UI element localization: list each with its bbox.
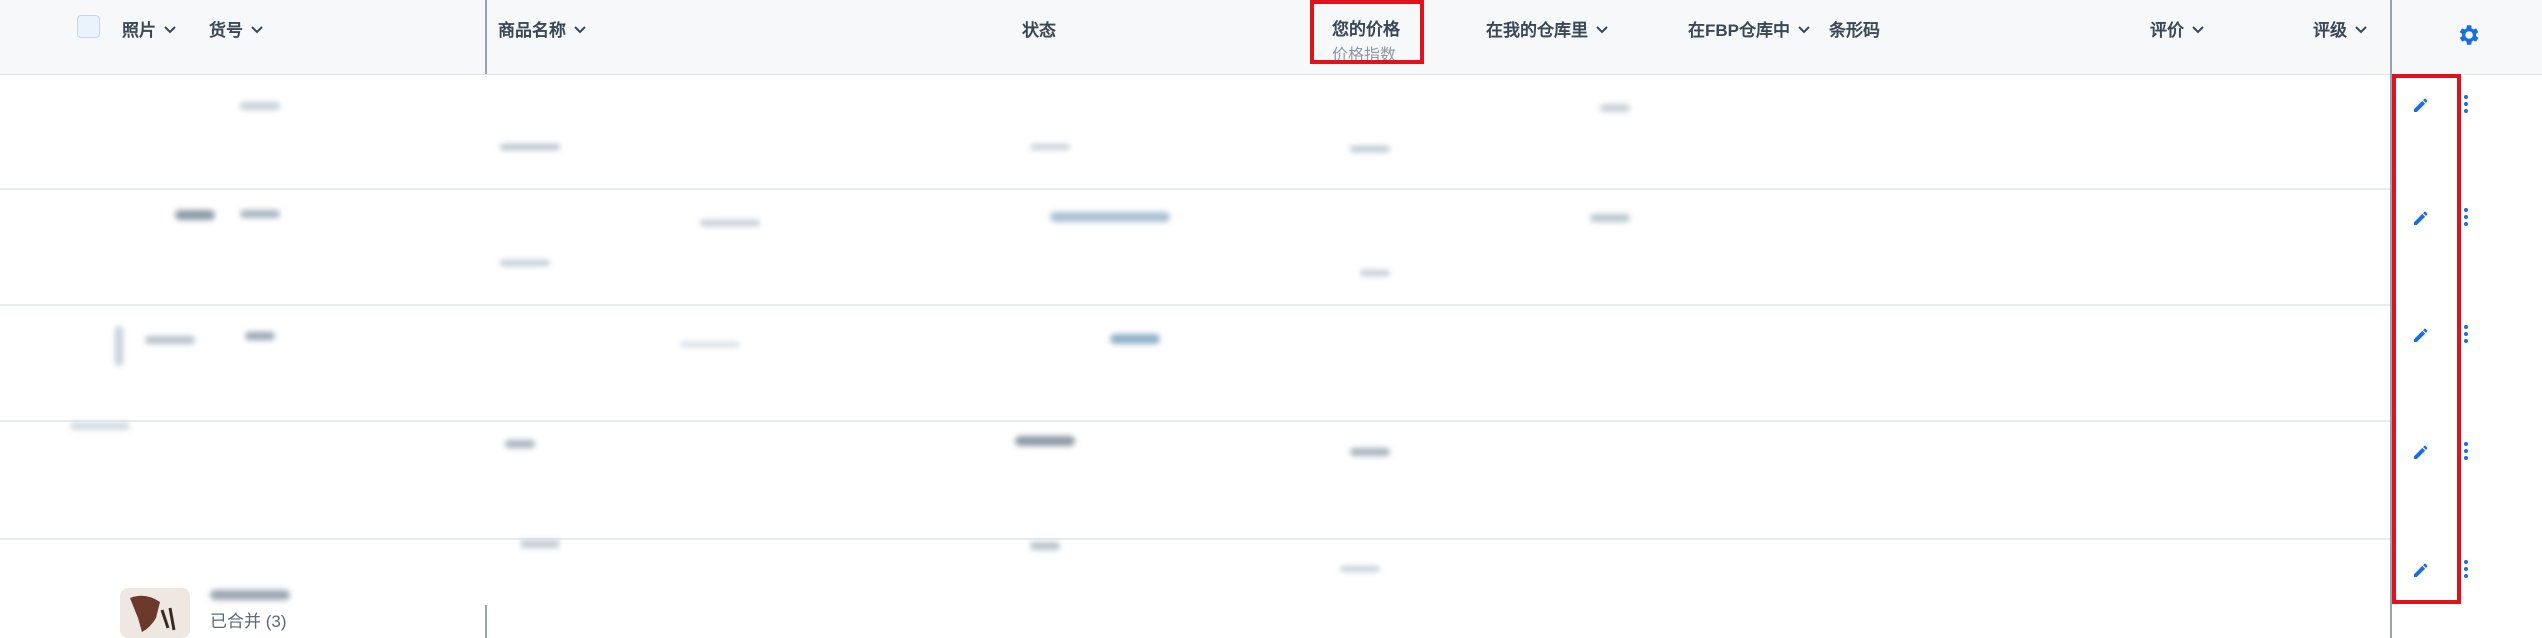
column-product-name-label: 商品名称 — [498, 21, 566, 40]
gear-icon[interactable] — [2455, 22, 2481, 48]
column-in-fbp-warehouse-label: 在FBP仓库中 — [1688, 21, 1790, 40]
column-barcode: 条形码 — [1829, 16, 1880, 41]
chevron-down-icon — [572, 21, 588, 37]
column-barcode-label: 条形码 — [1829, 21, 1880, 40]
column-sku-label: 货号 — [209, 21, 243, 40]
column-grade[interactable]: 评级 — [2313, 16, 2369, 41]
column-sku[interactable]: 货号 — [209, 16, 265, 41]
vertical-dots-icon[interactable] — [2460, 92, 2472, 116]
column-in-my-warehouse[interactable]: 在我的仓库里 — [1486, 16, 1610, 41]
column-divider — [485, 0, 487, 74]
chevron-down-icon — [2353, 21, 2369, 37]
column-status-label: 状态 — [1022, 21, 1056, 40]
chevron-down-icon — [1594, 21, 1610, 37]
select-all-checkbox[interactable] — [77, 15, 100, 38]
chevron-down-icon — [162, 21, 178, 37]
table-row[interactable] — [0, 74, 2390, 188]
merged-label: 已合并 (3) — [210, 612, 287, 631]
chevron-down-icon — [1796, 21, 1812, 37]
column-product-name[interactable]: 商品名称 — [498, 16, 588, 41]
vertical-dots-icon[interactable] — [2460, 557, 2472, 581]
product-thumbnail[interactable] — [120, 588, 190, 638]
table-header: 照片 货号 商品名称 状态 您的价格 价格指数 在我的仓库里 在FBP仓库中 条… — [0, 0, 2542, 75]
table-row[interactable] — [0, 306, 2390, 420]
vertical-dots-icon[interactable] — [2460, 205, 2472, 229]
highlight-box-price — [1310, 0, 1424, 64]
table-row[interactable] — [0, 422, 2390, 538]
table-row[interactable] — [0, 540, 2390, 600]
chevron-down-icon — [249, 21, 265, 37]
column-grade-label: 评级 — [2313, 21, 2347, 40]
column-in-fbp-warehouse[interactable]: 在FBP仓库中 — [1688, 16, 1812, 41]
column-in-my-warehouse-label: 在我的仓库里 — [1486, 21, 1588, 40]
column-photo[interactable]: 照片 — [122, 16, 178, 41]
column-rating[interactable]: 评价 — [2150, 16, 2206, 41]
column-photo-label: 照片 — [122, 21, 156, 40]
table-row[interactable] — [0, 190, 2390, 304]
vertical-dots-icon[interactable] — [2460, 439, 2472, 463]
column-divider — [485, 605, 487, 638]
chevron-down-icon — [2190, 21, 2206, 37]
vertical-dots-icon[interactable] — [2460, 322, 2472, 346]
highlight-box-edit-actions — [2392, 74, 2461, 604]
column-rating-label: 评价 — [2150, 21, 2184, 40]
column-status: 状态 — [1022, 16, 1056, 41]
